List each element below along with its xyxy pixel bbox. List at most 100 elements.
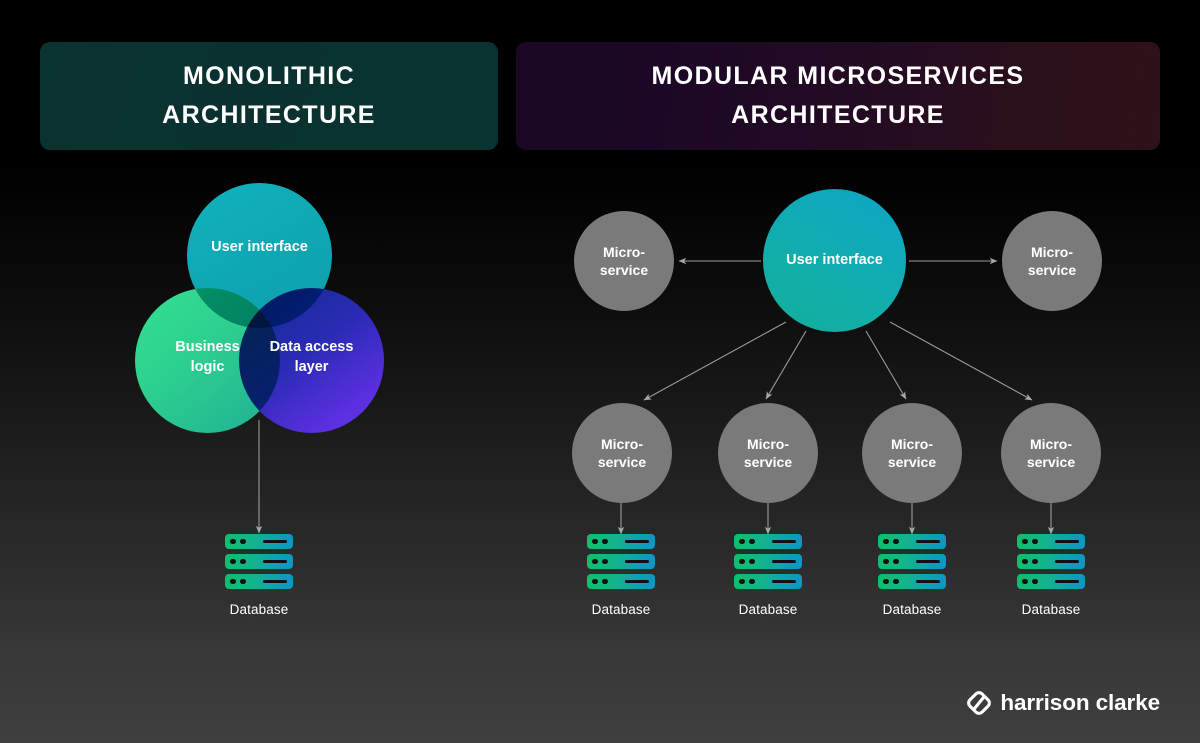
microservice-database-group-4: Database (996, 534, 1106, 617)
database-icon-dot (602, 558, 608, 565)
database-icon-dot (592, 578, 598, 585)
database-icon-bar (587, 534, 655, 549)
microservice-node-bottom-1-label: Micro-service (598, 435, 646, 471)
database-icon-dot (1022, 538, 1028, 545)
database-icon-dot (883, 578, 889, 585)
database-icon-bar (587, 574, 655, 589)
banner-microservices-line2: ARCHITECTURE (731, 101, 945, 129)
database-icon-dot (883, 558, 889, 565)
database-icon-dash (916, 540, 940, 543)
database-icon-dash (263, 580, 287, 583)
microservice-label-line1: Micro- (601, 435, 643, 452)
database-icon-dot (1022, 578, 1028, 585)
database-icon-bar (587, 554, 655, 569)
database-icon-dash (1055, 560, 1079, 563)
microservice-node-bottom-3-label: Micro-service (888, 435, 936, 471)
banner-microservices-line1: MODULAR MICROSERVICES (651, 62, 1025, 91)
harrison-clarke-logo: harrison clarke (967, 689, 1160, 717)
microservice-label-line1: Micro- (747, 435, 789, 452)
database-icon-dash (263, 540, 287, 543)
database-icon-dot (883, 538, 889, 545)
microservice-label-line2: service (1026, 454, 1076, 470)
database-icon-dot (240, 538, 246, 545)
venn-circle-data-access-layer (239, 288, 384, 433)
database-icon-dot (592, 558, 598, 565)
microservice-label-line2: service (599, 262, 649, 278)
arrow-ui-to-micro-b1 (643, 321, 787, 401)
database-icon-bar (734, 574, 802, 589)
database-icon-dash (1055, 580, 1079, 583)
microservice-database-group-3: Database (857, 534, 967, 617)
database-icon-bar (225, 554, 293, 569)
microservice-label-line1: Micro- (1030, 435, 1072, 452)
monolith-database-label: Database (229, 602, 289, 617)
microservice-node-bottom-4: Micro-service (1001, 403, 1101, 503)
database-icon-dot (1032, 558, 1038, 565)
database-icon-dot (1022, 558, 1028, 565)
database-icon-dash (625, 580, 649, 583)
database-icon-dot (230, 538, 236, 545)
database-icon (587, 534, 655, 589)
microservice-database-label-2: Database (738, 602, 798, 617)
database-icon-dot (592, 538, 598, 545)
database-icon-dash (772, 540, 796, 543)
database-icon-dash (916, 560, 940, 563)
microservice-database-label-1: Database (591, 602, 651, 617)
database-icon-bar (734, 534, 802, 549)
database-icon-dot (739, 578, 745, 585)
database-icon-dash (772, 580, 796, 583)
database-icon-dot (739, 538, 745, 545)
database-icon-dot (1032, 538, 1038, 545)
database-icon-dash (916, 580, 940, 583)
microservice-database-label-4: Database (1021, 602, 1081, 617)
microservice-label-line1: Micro- (1031, 243, 1073, 260)
database-icon-dot (749, 538, 755, 545)
microservice-label-line2: service (597, 454, 647, 470)
database-icon-dash (625, 540, 649, 543)
diamond-slash-icon (967, 691, 992, 715)
database-icon-dot (749, 578, 755, 585)
microservices-user-interface-label: User interface (786, 252, 883, 269)
database-icon-bar (1017, 554, 1085, 569)
banner-monolithic-line2: ARCHITECTURE (162, 101, 376, 129)
microservice-label-line2: service (887, 454, 937, 470)
database-icon-dot (893, 538, 899, 545)
microservice-node-bottom-4-label: Micro-service (1027, 435, 1075, 471)
banner-microservices-architecture: MODULAR MICROSERVICES ARCHITECTURE (516, 42, 1160, 150)
database-icon (734, 534, 802, 589)
microservice-database-label-3: Database (882, 602, 942, 617)
database-icon-dash (263, 560, 287, 563)
microservice-node-bottom-3: Micro-service (862, 403, 962, 503)
banner-monolithic-architecture: MONOLITHIC ARCHITECTURE (40, 42, 498, 150)
database-icon-bar (878, 534, 946, 549)
microservice-database-group-1: Database (566, 534, 676, 617)
database-icon-bar (225, 534, 293, 549)
database-icon-dot (893, 578, 899, 585)
microservice-node-bottom-1: Micro-service (572, 403, 672, 503)
microservice-node-right: Micro-service (1002, 211, 1102, 311)
database-icon-dash (1055, 540, 1079, 543)
banner-monolithic-line1: MONOLITHIC (182, 62, 356, 91)
database-icon-dot (893, 558, 899, 565)
monolith-venn-diagram: User interface Business logic Data acces… (135, 183, 385, 433)
microservice-node-bottom-2-label: Micro-service (744, 435, 792, 471)
microservice-node-left: Micro-service (574, 211, 674, 311)
microservices-user-interface-node: User interface (763, 189, 906, 332)
microservice-node-left-label: Micro-service (600, 243, 648, 279)
monolith-database-group: Database (204, 534, 314, 617)
database-icon-dot (230, 578, 236, 585)
microservice-node-bottom-2: Micro-service (718, 403, 818, 503)
arrow-ui-to-micro-b4 (889, 321, 1033, 401)
database-icon-dot (1032, 578, 1038, 585)
database-icon-bar (734, 554, 802, 569)
microservice-label-line1: Micro- (891, 435, 933, 452)
database-icon-bar (1017, 534, 1085, 549)
microservice-label-line2: service (1027, 262, 1077, 278)
database-icon-dot (602, 578, 608, 585)
database-icon-bar (878, 554, 946, 569)
database-icon-dot (240, 558, 246, 565)
database-icon-dot (739, 558, 745, 565)
arrow-ui-to-micro-b3 (865, 330, 907, 400)
diagram-canvas: MONOLITHIC ARCHITECTURE MODULAR MICROSER… (0, 0, 1200, 743)
database-icon (878, 534, 946, 589)
